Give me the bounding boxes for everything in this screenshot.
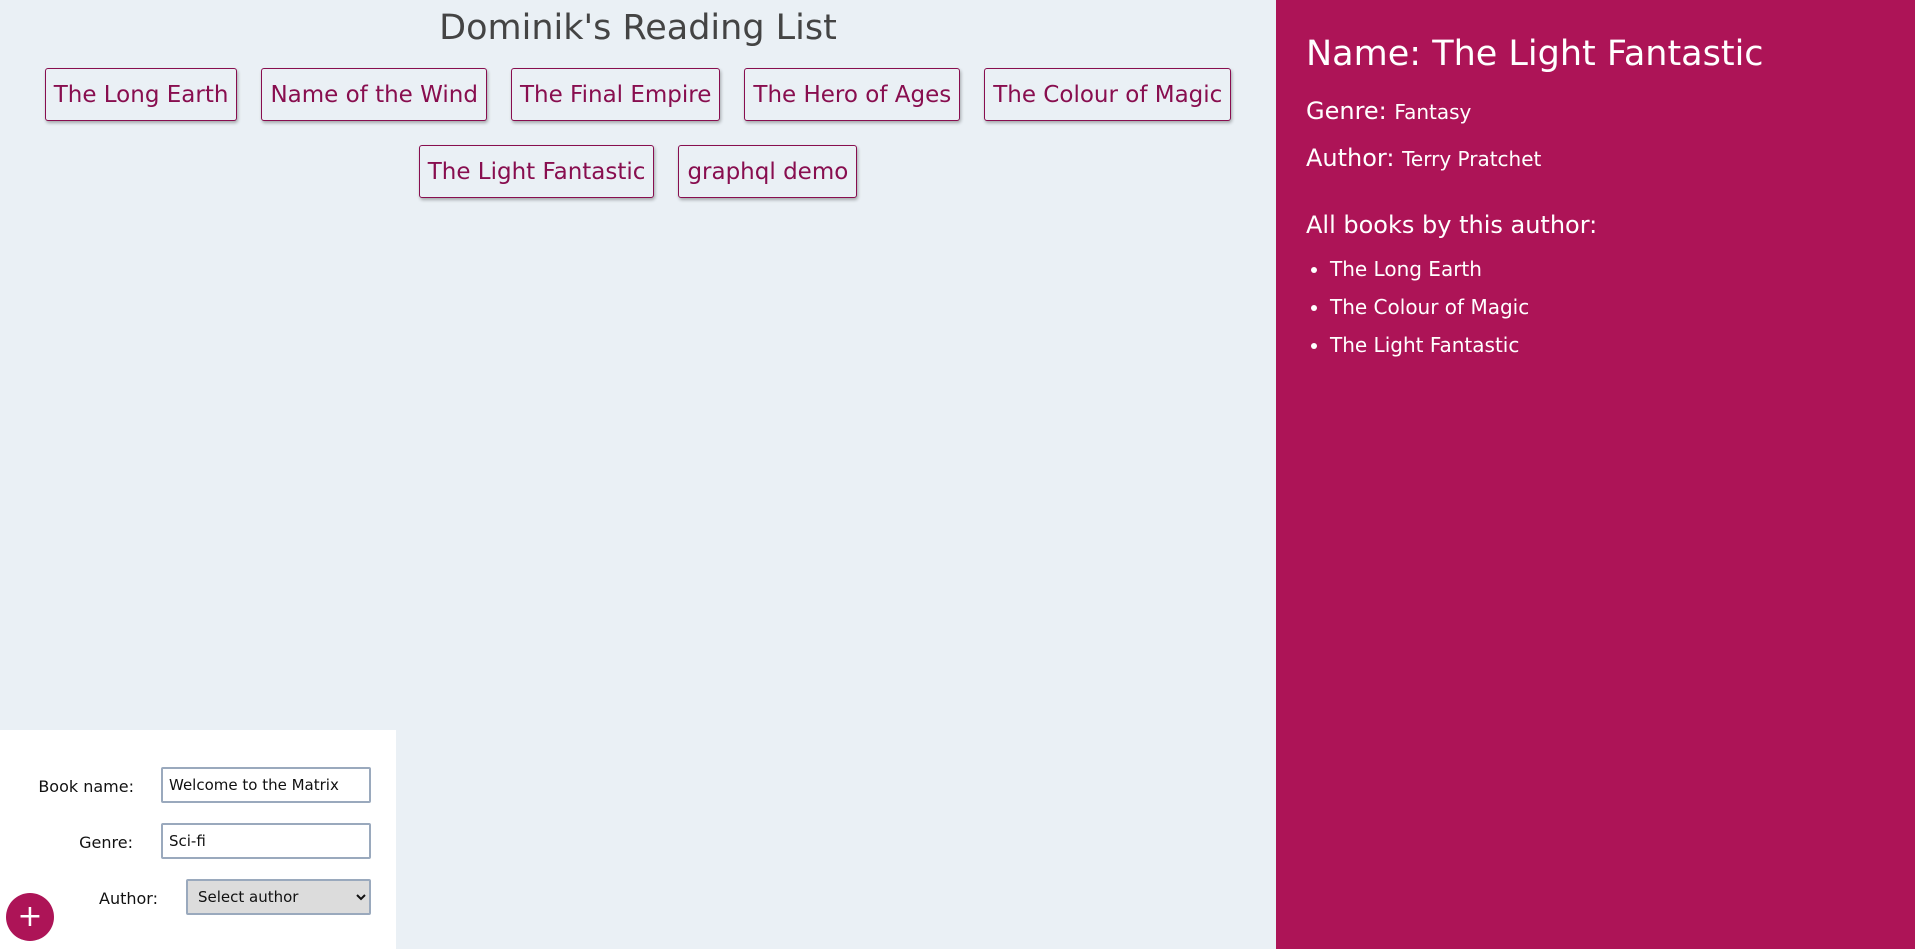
genre-label: Genre:	[79, 833, 133, 852]
book-item-name-of-the-wind[interactable]: Name of the Wind	[261, 68, 487, 121]
book-details-title: Name: The Light Fantastic	[1306, 30, 1885, 78]
page-title: Dominik's Reading List	[439, 8, 837, 48]
book-name-input[interactable]	[161, 767, 371, 803]
author-book-item: The Long Earth	[1330, 256, 1885, 282]
book-details-panel: Name: The Light Fantastic Genre: Fantasy…	[1276, 0, 1915, 949]
book-item-the-long-earth[interactable]: The Long Earth	[44, 68, 238, 121]
genre-input[interactable]	[161, 823, 371, 859]
author-book-item: The Light Fantastic	[1330, 332, 1885, 358]
author-book-item: The Colour of Magic	[1330, 294, 1885, 320]
book-genre-value: Fantasy	[1394, 100, 1472, 124]
book-author-value: Terry Pratchet	[1402, 147, 1542, 171]
book-item-the-colour-of-magic[interactable]: The Colour of Magic	[984, 68, 1232, 121]
book-item-the-light-fantastic[interactable]: The Light Fantastic	[418, 145, 655, 198]
author-field: Author: Select author	[0, 879, 396, 917]
book-name-value: The Light Fantastic	[1432, 34, 1764, 74]
all-books-by-author-heading: All books by this author:	[1306, 211, 1598, 239]
book-name-label: Name:	[1306, 34, 1422, 74]
book-item-graphql-demo[interactable]: graphql demo	[678, 145, 858, 198]
book-name-field: Book name:	[0, 767, 396, 805]
genre-field: Genre:	[0, 823, 396, 861]
book-list: The Long Earth Name of the Wind The Fina…	[0, 68, 1276, 198]
book-author-label: Author:	[1306, 144, 1395, 172]
book-author-row: Author: Terry Pratchet	[1306, 143, 1885, 174]
book-genre-label: Genre:	[1306, 97, 1387, 125]
add-book-form: Book name: Genre: Author: Select author	[0, 730, 396, 949]
author-label: Author:	[99, 889, 158, 908]
book-genre-row: Genre: Fantasy	[1306, 96, 1885, 127]
author-select[interactable]: Select author	[186, 879, 371, 915]
book-item-the-hero-of-ages[interactable]: The Hero of Ages	[744, 68, 961, 121]
book-item-the-final-empire[interactable]: The Final Empire	[510, 68, 721, 121]
plus-icon: +	[17, 899, 43, 934]
book-name-label: Book name:	[38, 777, 134, 796]
add-book-button[interactable]: +	[6, 893, 54, 941]
author-books-list: The Long Earth The Colour of Magic The L…	[1306, 256, 1885, 358]
